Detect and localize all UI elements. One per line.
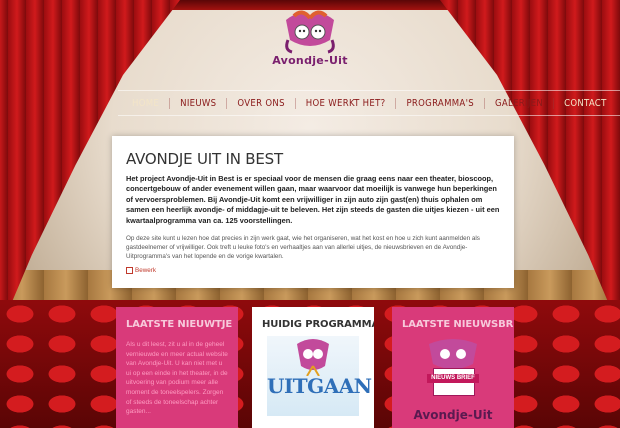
latest-newsletter-panel: LAATSTE NIEUWSBRIEF NIEUWS BRIEF Avondje…	[392, 307, 514, 428]
current-program-panel: HUIDIG PROGRAMMA UITGAAN	[252, 307, 374, 428]
current-program-title: HUIDIG PROGRAMMA	[262, 319, 374, 330]
program-cover-image[interactable]: UITGAAN	[267, 336, 372, 416]
edit-label: Bewerk	[135, 267, 156, 275]
nav-item-programmas[interactable]: Programma's	[395, 97, 484, 109]
nav-item-over-ons[interactable]: Over ons	[226, 97, 294, 109]
edit-icon	[126, 267, 133, 275]
latest-news-panel: LAATSTE NIEUWTJE Als u dit leest, zit u …	[116, 307, 238, 428]
latest-news-title: LAATSTE NIEUWTJE	[126, 319, 233, 330]
main-nav: Home Nieuws Over ons Hoe werkt het? Prog…	[118, 90, 620, 116]
newsletter-badge: NIEUWS BRIEF	[427, 374, 479, 383]
site-logo[interactable]: Avondje-Uit	[268, 10, 352, 76]
latest-news-text: Als u dit leest, zit u al in de geheel v…	[126, 341, 228, 416]
nav-item-hoe-werkt-het[interactable]: Hoe werkt het?	[294, 97, 396, 109]
edit-link[interactable]: Bewerk	[126, 267, 504, 275]
page-title: AVONDJE UIT IN BEST	[126, 150, 283, 168]
intro-text: Het project Avondje-Uit in Best is er sp…	[126, 174, 500, 225]
nav-item-nieuws[interactable]: Nieuws	[169, 97, 226, 109]
main-content: AVONDJE UIT IN BEST Het project Avondje-…	[112, 136, 514, 288]
newsletter-image[interactable]: NIEUWS BRIEF Avondje-Uit	[403, 338, 503, 422]
nav-item-galerijen[interactable]: Galerijen	[483, 97, 553, 109]
latest-newsletter-title: LAATSTE NIEUWSBRIEF	[402, 319, 514, 330]
nav-item-home[interactable]: Home	[122, 98, 169, 109]
program-cover-word: UITGAAN	[267, 374, 372, 398]
logo-mask-icon	[285, 10, 335, 54]
logo-text: Avondje-Uit	[272, 54, 348, 67]
newsletter-logo-text: Avondje-Uit	[413, 408, 493, 422]
program-logo-icon	[297, 339, 329, 377]
nav-item-contact[interactable]: Contact	[553, 97, 617, 109]
theater-background: Avondje-Uit Home Nieuws Over ons Hoe wer…	[0, 0, 620, 428]
body-text: Op deze site kunt u lezen hoe dat precie…	[126, 235, 480, 261]
